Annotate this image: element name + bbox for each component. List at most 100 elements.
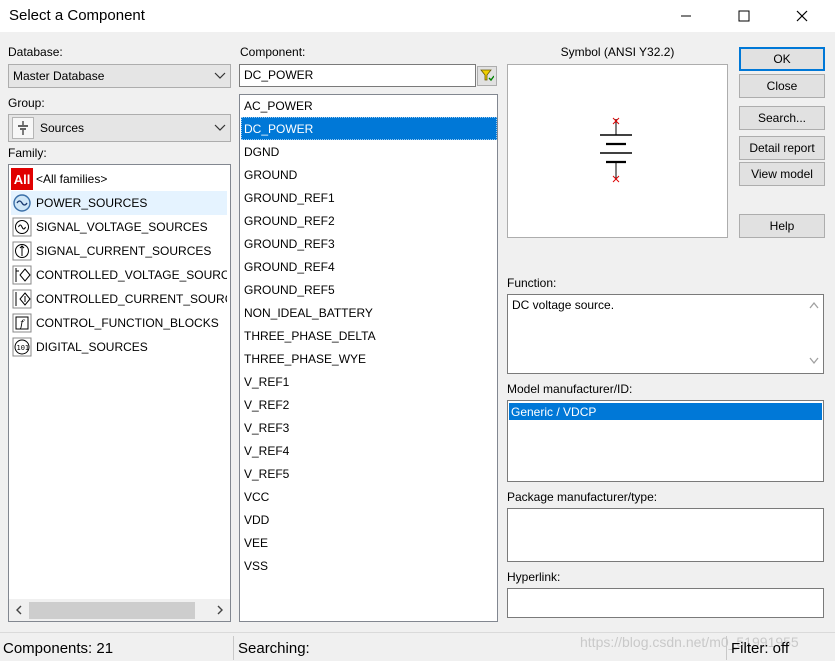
component-item[interactable]: VCC bbox=[241, 485, 497, 508]
family-item-power-sources[interactable]: POWER_SOURCES bbox=[11, 191, 227, 215]
database-value: Master Database bbox=[13, 69, 105, 83]
component-list[interactable]: AC_POWER DC_POWER DGND GROUND GROUND_REF1 GRO… bbox=[239, 94, 498, 622]
family-item-label: <All families> bbox=[36, 172, 108, 186]
detail-report-button[interactable]: Detail report bbox=[739, 136, 825, 160]
component-item[interactable]: GROUND bbox=[241, 163, 497, 186]
hyperlink-label: Hyperlink: bbox=[507, 570, 561, 584]
family-item-label: CONTROLLED_CURRENT_SOURCES bbox=[36, 292, 227, 306]
family-item-label: SIGNAL_CURRENT_SOURCES bbox=[36, 244, 212, 258]
model-list[interactable]: Generic / VDCP bbox=[507, 400, 824, 482]
component-search-input[interactable]: DC_POWER bbox=[239, 64, 476, 87]
family-item-signal-voltage[interactable]: SIGNAL_VOLTAGE_SOURCES bbox=[11, 215, 227, 239]
group-value: Sources bbox=[40, 121, 85, 135]
model-item[interactable]: Generic / VDCP bbox=[509, 403, 822, 420]
component-item[interactable]: DGND bbox=[241, 140, 497, 163]
digital-sources-icon: 101 bbox=[11, 336, 33, 358]
function-text: DC voltage source. bbox=[507, 294, 824, 374]
all-families-icon: All bbox=[11, 168, 33, 190]
minimize-icon bbox=[680, 10, 692, 22]
symbol-preview bbox=[507, 64, 728, 238]
component-item[interactable]: GROUND_REF2 bbox=[241, 209, 497, 232]
ok-button[interactable]: OK bbox=[739, 47, 825, 71]
search-button[interactable]: Search... bbox=[739, 106, 825, 130]
group-select[interactable]: Sources bbox=[8, 114, 231, 142]
scroll-right-icon[interactable] bbox=[210, 605, 230, 615]
model-label: Model manufacturer/ID: bbox=[507, 382, 633, 396]
close-button[interactable]: Close bbox=[739, 74, 825, 98]
status-divider bbox=[233, 636, 234, 660]
signal-current-icon bbox=[11, 240, 33, 262]
family-item-label: CONTROL_FUNCTION_BLOCKS bbox=[36, 316, 219, 330]
scroll-up-icon[interactable] bbox=[809, 301, 819, 311]
controlled-current-icon bbox=[11, 288, 33, 310]
component-item[interactable]: DC_POWER bbox=[241, 117, 497, 140]
group-label: Group: bbox=[8, 96, 45, 110]
family-item-controlled-voltage[interactable]: CONTROLLED_VOLTAGE_SOURCES bbox=[11, 263, 227, 287]
family-item-control-function[interactable]: f CONTROL_FUNCTION_BLOCKS bbox=[11, 311, 227, 335]
component-item[interactable]: AC_POWER bbox=[241, 95, 497, 117]
power-sources-icon bbox=[11, 192, 33, 214]
family-item-label: CONTROLLED_VOLTAGE_SOURCES bbox=[36, 268, 227, 282]
maximize-icon bbox=[738, 10, 750, 22]
family-label: Family: bbox=[8, 146, 47, 160]
package-label: Package manufacturer/type: bbox=[507, 490, 658, 504]
family-item-controlled-current[interactable]: CONTROLLED_CURRENT_SOURCES bbox=[11, 287, 227, 311]
component-item[interactable]: VSS bbox=[241, 554, 497, 577]
scroll-thumb[interactable] bbox=[29, 601, 195, 619]
component-item[interactable]: VEE bbox=[241, 531, 497, 554]
chevron-down-icon bbox=[210, 72, 230, 80]
close-window-button[interactable] bbox=[779, 0, 825, 32]
filter-button[interactable] bbox=[477, 66, 497, 86]
component-item[interactable]: GROUND_REF3 bbox=[241, 232, 497, 255]
component-label: Component: bbox=[240, 45, 306, 59]
window-title: Select a Component bbox=[9, 7, 145, 24]
view-model-button[interactable]: View model bbox=[739, 162, 825, 186]
component-item[interactable]: THREE_PHASE_WYE bbox=[241, 347, 497, 370]
status-searching: Searching: bbox=[238, 640, 310, 657]
family-item-digital-sources[interactable]: 101 DIGITAL_SOURCES bbox=[11, 335, 227, 359]
component-item[interactable]: GROUND_REF5 bbox=[241, 278, 497, 301]
maximize-button[interactable] bbox=[721, 0, 767, 32]
component-item[interactable]: GROUND_REF4 bbox=[241, 255, 497, 278]
chevron-down-icon bbox=[210, 124, 230, 132]
component-item[interactable]: VDD bbox=[241, 508, 497, 531]
status-divider bbox=[726, 636, 727, 660]
svg-text:101: 101 bbox=[17, 344, 30, 352]
family-item-all[interactable]: All <All families> bbox=[11, 167, 227, 191]
family-hscrollbar[interactable] bbox=[9, 599, 230, 621]
family-item-label: POWER_SOURCES bbox=[36, 196, 148, 210]
component-search-value: DC_POWER bbox=[244, 68, 314, 82]
component-item[interactable]: V_REF5 bbox=[241, 462, 497, 485]
minimize-button[interactable] bbox=[663, 0, 709, 32]
control-function-icon: f bbox=[11, 312, 33, 334]
help-button[interactable]: Help bbox=[739, 214, 825, 238]
family-list[interactable]: All <All families> POWER_SOURCES SIGNAL_… bbox=[8, 164, 231, 622]
dc-source-symbol-icon bbox=[600, 117, 632, 183]
status-components: Components: 21 bbox=[3, 640, 114, 657]
package-list[interactable] bbox=[507, 508, 824, 562]
family-item-signal-current[interactable]: SIGNAL_CURRENT_SOURCES bbox=[11, 239, 227, 263]
hyperlink-field[interactable] bbox=[507, 588, 824, 618]
filter-icon bbox=[480, 68, 495, 85]
component-item[interactable]: V_REF4 bbox=[241, 439, 497, 462]
function-value: DC voltage source. bbox=[512, 298, 615, 312]
family-item-label: DIGITAL_SOURCES bbox=[36, 340, 148, 354]
all-icon-text: All bbox=[13, 171, 31, 187]
function-label: Function: bbox=[507, 276, 557, 290]
family-item-label: SIGNAL_VOLTAGE_SOURCES bbox=[36, 220, 208, 234]
component-item[interactable]: V_REF1 bbox=[241, 370, 497, 393]
component-item[interactable]: NON_IDEAL_BATTERY bbox=[241, 301, 497, 324]
close-icon bbox=[796, 10, 808, 22]
scroll-down-icon[interactable] bbox=[809, 357, 819, 367]
component-item[interactable]: V_REF3 bbox=[241, 416, 497, 439]
symbol-label: Symbol (ANSI Y32.2) bbox=[560, 45, 675, 59]
component-item[interactable]: V_REF2 bbox=[241, 393, 497, 416]
scroll-left-icon[interactable] bbox=[9, 605, 29, 615]
sources-icon bbox=[12, 117, 34, 139]
signal-voltage-icon bbox=[11, 216, 33, 238]
controlled-voltage-icon bbox=[11, 264, 33, 286]
database-select[interactable]: Master Database bbox=[8, 64, 231, 88]
status-filter: Filter: off bbox=[731, 640, 790, 657]
component-item[interactable]: THREE_PHASE_DELTA bbox=[241, 324, 497, 347]
component-item[interactable]: GROUND_REF1 bbox=[241, 186, 497, 209]
